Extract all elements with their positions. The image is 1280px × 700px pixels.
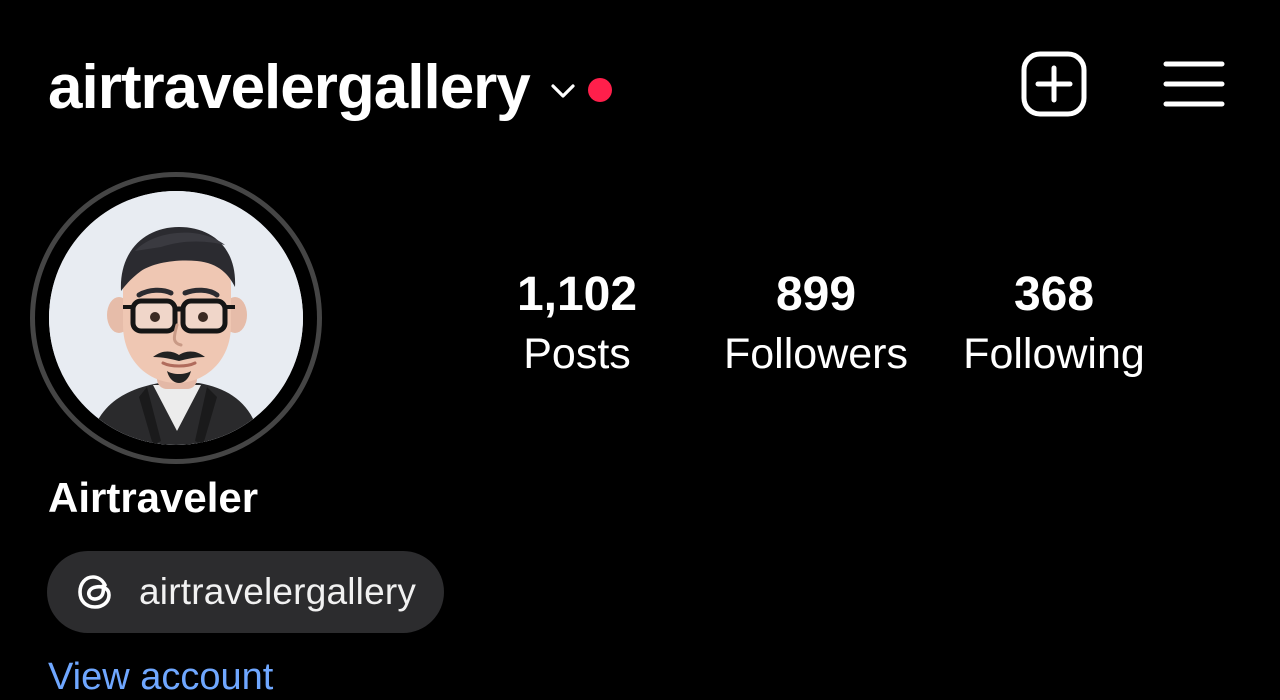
display-name: Airtraveler <box>48 474 259 521</box>
view-account-link[interactable]: View account <box>48 654 273 700</box>
threads-profile-link[interactable]: airtravelergallery <box>47 551 445 633</box>
avatar <box>49 191 303 445</box>
plus-square-icon <box>1021 51 1087 117</box>
followers-label: Followers <box>724 330 908 378</box>
threads-handle: airtravelergallery <box>139 571 417 612</box>
profile-stats: 1,102 Posts 899 Followers 368 Following <box>460 268 1180 388</box>
profile-avatar[interactable] <box>30 172 322 464</box>
stat-followers[interactable]: 899 Followers <box>696 268 936 386</box>
hamburger-menu-icon <box>1163 61 1225 107</box>
posts-count: 1,102 <box>516 268 638 321</box>
following-count: 368 <box>1013 268 1095 321</box>
menu-button[interactable] <box>1160 50 1228 118</box>
memoji-avatar-icon <box>49 191 303 445</box>
chevron-down-icon[interactable] <box>546 74 580 108</box>
header-actions <box>1020 50 1228 118</box>
username-title[interactable]: airtravelergallery <box>48 48 531 128</box>
notification-dot <box>587 78 612 102</box>
stat-following[interactable]: 368 Following <box>934 268 1174 386</box>
following-label: Following <box>963 330 1145 378</box>
posts-label: Posts <box>523 330 631 378</box>
profile-header: airtravelergallery <box>48 48 612 128</box>
threads-icon <box>78 575 111 609</box>
stat-posts[interactable]: 1,102 Posts <box>457 268 697 386</box>
create-post-button[interactable] <box>1020 50 1088 118</box>
followers-count: 899 <box>775 268 857 321</box>
